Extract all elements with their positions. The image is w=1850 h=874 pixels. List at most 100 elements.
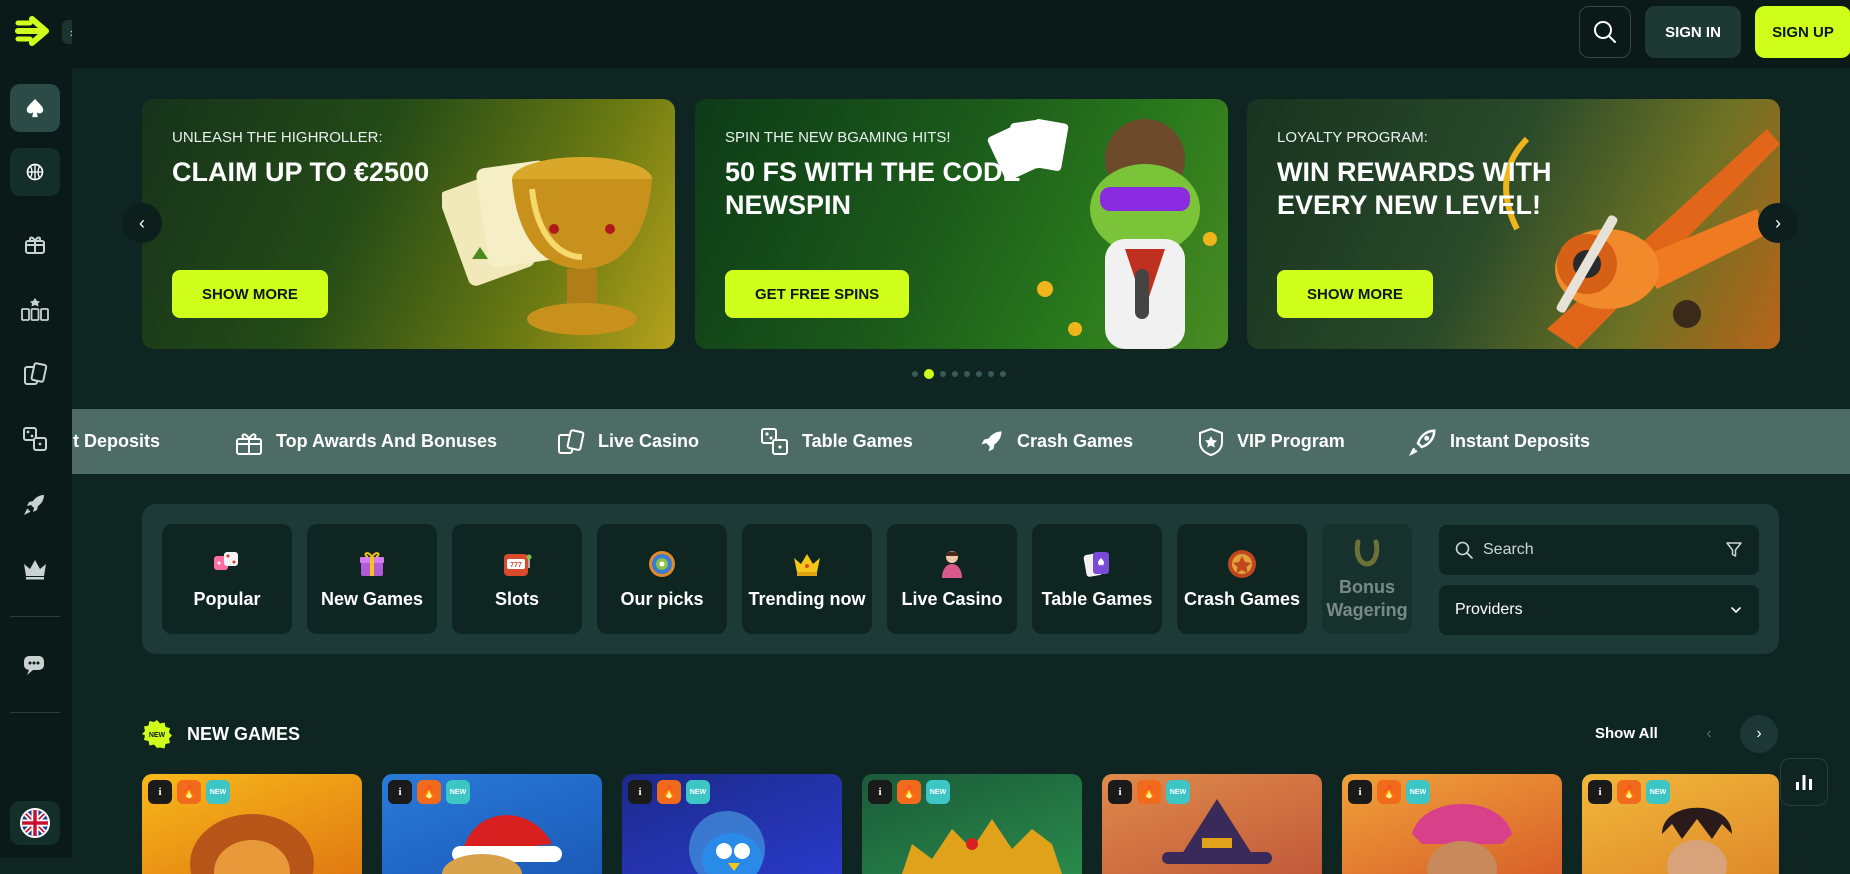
lion-artwork (190, 814, 314, 874)
header-search-button[interactable] (1579, 6, 1631, 58)
category-bonus-wagering[interactable]: Bonus Wagering (1322, 524, 1412, 634)
marquee-item-table-games[interactable]: Table Games (760, 409, 913, 474)
marquee-item-vip-program[interactable]: VIP Program (1197, 409, 1345, 474)
category-table-games[interactable]: Table Games (1032, 524, 1162, 634)
carousel-dot[interactable] (976, 371, 982, 377)
sidebar-item-casino[interactable] (10, 84, 60, 132)
cards-icon (24, 362, 48, 385)
carousel-dot[interactable] (940, 371, 946, 377)
sidebar-item-slots[interactable] (10, 285, 60, 333)
rocket-icon (23, 495, 44, 516)
banner-subtitle: UNLEASH THE HIGHROLLER: (172, 129, 383, 146)
sidebar-item-support[interactable] (10, 641, 60, 689)
marquee-label: Crash Games (1017, 431, 1134, 451)
sidebar-item-table-games[interactable] (10, 415, 60, 463)
spade-icon (26, 98, 44, 118)
carousel-dot[interactable] (964, 371, 970, 377)
marquee-item-instant-deposits[interactable]: Instant Deposits (72, 409, 160, 474)
search-input[interactable] (1483, 541, 1715, 559)
gift-box-icon (25, 236, 45, 254)
category-live-casino[interactable]: Live Casino (887, 524, 1017, 634)
games-prev-button[interactable]: ‹ (1690, 715, 1728, 753)
banner-subtitle: SPIN THE NEW BGAMING HITS! (725, 129, 951, 146)
game-tile[interactable]: i 🔥 NEW (142, 774, 362, 874)
info-icon[interactable]: i (628, 780, 652, 804)
carousel-dot-active[interactable] (924, 369, 934, 379)
providers-dropdown[interactable]: Providers (1439, 585, 1759, 635)
carousel-dot[interactable] (912, 371, 918, 377)
new-tag: NEW (926, 780, 950, 804)
airplane-illustration (1503, 129, 1780, 349)
marquee-item-top-awards[interactable]: Top Awards And Bonuses (234, 409, 497, 474)
info-icon[interactable]: i (868, 780, 892, 804)
leopard-santa-artwork (442, 815, 562, 874)
gift-box-icon (236, 432, 262, 455)
info-icon[interactable]: i (1348, 780, 1372, 804)
game-tile[interactable]: i 🔥 NEW (1102, 774, 1322, 874)
carousel-dot[interactable] (988, 371, 994, 377)
category-trending-now[interactable]: Trending now (742, 524, 872, 634)
carousel-dot[interactable] (1000, 371, 1006, 377)
category-crash-games[interactable]: Crash Games (1177, 524, 1307, 634)
games-next-button[interactable]: › (1740, 715, 1778, 753)
marquee-item-instant-deposits[interactable]: Instant Deposits (1408, 409, 1590, 474)
marquee-item-live-casino[interactable]: Live Casino (556, 409, 699, 474)
category-popular[interactable]: Popular (162, 524, 292, 634)
show-more-button[interactable]: SHOW MORE (1277, 270, 1433, 318)
stats-button[interactable] (1780, 758, 1828, 806)
horseshoe-icon (1354, 539, 1380, 567)
show-all-link[interactable]: Show All (1595, 725, 1658, 742)
promo-banner-free-spins[interactable]: SPIN THE NEW BGAMING HITS! 50 FS WITH TH… (695, 99, 1228, 349)
banner-title: CLAIM UP TO €2500 (172, 157, 430, 187)
sidebar-divider (10, 616, 60, 617)
crash-coin-icon (1228, 549, 1256, 578)
bird-artwork (689, 811, 765, 874)
filter-icon[interactable] (1725, 541, 1743, 559)
gift-icon (360, 551, 384, 576)
carousel-next-button[interactable]: › (1758, 203, 1798, 243)
new-badge-text: NEW (149, 732, 166, 739)
marquee-label: Table Games (802, 431, 913, 451)
character-artwork (1412, 804, 1512, 874)
game-tile[interactable]: i 🔥 NEW (382, 774, 602, 874)
game-tile[interactable]: i 🔥 NEW (622, 774, 842, 874)
category-slots[interactable]: 777 Slots (452, 524, 582, 634)
game-tile[interactable]: i 🔥 NEW (862, 774, 1082, 874)
info-icon[interactable]: i (148, 780, 172, 804)
sign-in-button[interactable]: SIGN IN (1645, 6, 1741, 58)
carousel-prev-button[interactable]: ‹ (122, 203, 162, 243)
promo-banner-loyalty[interactable]: LOYALTY PROGRAM: WIN REWARDS WITH EVERY … (1247, 99, 1780, 349)
carousel-dot[interactable] (952, 371, 958, 377)
show-more-button[interactable]: SHOW MORE (172, 270, 328, 318)
sidebar-item-promotions[interactable] (10, 220, 60, 268)
category-label: Live Casino (901, 588, 1003, 609)
sidebar-item-vip[interactable] (10, 545, 60, 593)
category-our-picks[interactable]: Our picks (597, 524, 727, 634)
crown-icon (24, 560, 46, 580)
info-icon[interactable]: i (1108, 780, 1132, 804)
sidebar-item-crash-games[interactable] (10, 480, 60, 528)
marquee-item-crash-games[interactable]: Crash Games (977, 409, 1133, 474)
sidebar-item-live-casino[interactable] (10, 350, 60, 398)
vip-star-icon (1199, 427, 1223, 456)
crown-icon (794, 553, 820, 576)
game-tile[interactable]: i 🔥 NEW (1342, 774, 1562, 874)
category-new-games[interactable]: New Games (307, 524, 437, 634)
game-search-field[interactable] (1439, 525, 1759, 575)
dice-icon (214, 551, 238, 570)
info-icon[interactable]: i (1588, 780, 1612, 804)
chevron-down-icon (1731, 607, 1741, 614)
logo[interactable] (14, 12, 52, 50)
promo-banner-highroller[interactable]: UNLEASH THE HIGHROLLER: CLAIM UP TO €250… (142, 99, 675, 349)
info-icon[interactable]: i (388, 780, 412, 804)
get-free-spins-button[interactable]: GET FREE SPINS (725, 270, 910, 318)
marquee-label: VIP Program (1237, 431, 1345, 451)
rocket-icon (981, 431, 1002, 451)
category-label: Table Games (1041, 588, 1153, 609)
sign-up-button[interactable]: SIGN UP (1755, 6, 1850, 58)
category-label: Bonus Wagering (1326, 577, 1408, 620)
language-selector[interactable] (10, 801, 60, 845)
game-tile[interactable]: i 🔥 NEW (1582, 774, 1779, 874)
header: SIGN IN SIGN UP (72, 0, 1850, 68)
sidebar-item-sports[interactable] (10, 148, 60, 196)
